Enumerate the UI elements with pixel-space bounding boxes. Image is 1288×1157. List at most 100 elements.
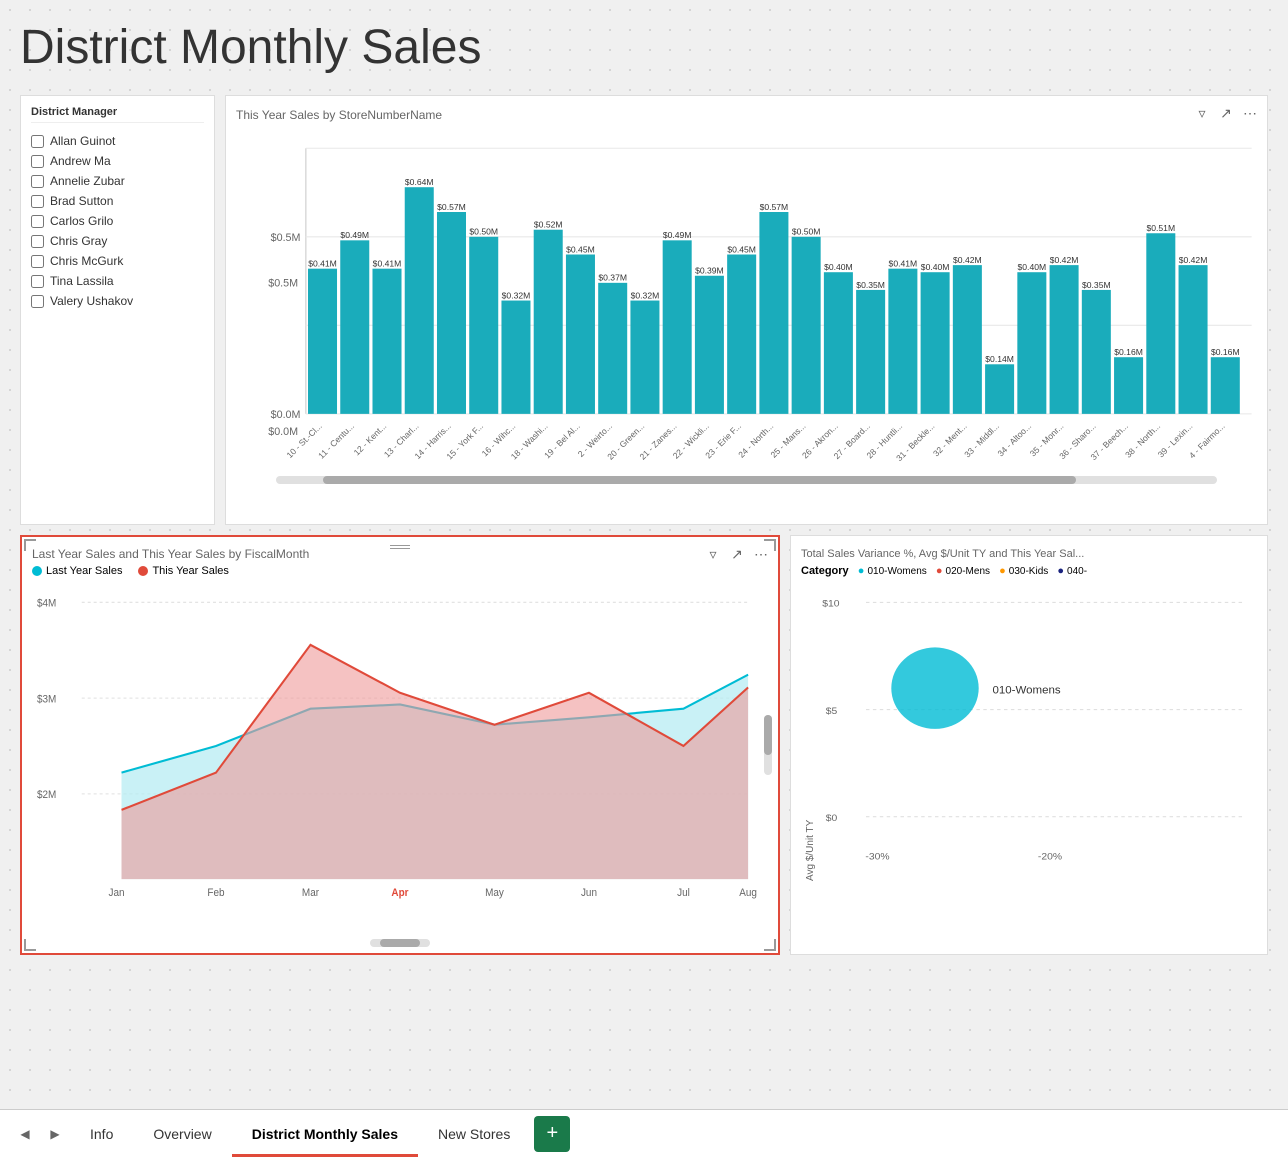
- svg-text:Jun: Jun: [581, 888, 597, 899]
- tab-bar: ◀ ▶ Info Overview District Monthly Sales…: [0, 1109, 1288, 1157]
- slicer-checkbox-7[interactable]: [31, 275, 44, 288]
- cat-kids-label: 030-Kids: [1009, 566, 1048, 577]
- svg-text:$0.52M: $0.52M: [534, 220, 563, 230]
- svg-text:Jul: Jul: [677, 888, 690, 899]
- slicer-checkbox-5[interactable]: [31, 235, 44, 248]
- tab-add-button[interactable]: +: [534, 1116, 570, 1152]
- slicer-checkbox-2[interactable]: [31, 175, 44, 188]
- line-chart-drag-handle[interactable]: [388, 545, 412, 549]
- bar-chart-scrollbar[interactable]: [276, 476, 1217, 484]
- svg-text:$0.42M: $0.42M: [953, 255, 982, 265]
- svg-text:$0.45M: $0.45M: [566, 244, 595, 254]
- main-container: District Monthly Sales District Manager …: [0, 0, 1288, 1157]
- cat-kids-dot: ●: [999, 565, 1006, 577]
- svg-text:$0.40M: $0.40M: [1018, 262, 1047, 272]
- slicer-item-3[interactable]: Brad Sutton: [31, 191, 204, 211]
- filter-icon[interactable]: ▿: [1193, 104, 1211, 122]
- tab-district-monthly-sales[interactable]: District Monthly Sales: [232, 1113, 418, 1157]
- svg-text:$0: $0: [826, 813, 838, 824]
- cat-mens-dot: ●: [936, 565, 943, 577]
- slicer-checkbox-3[interactable]: [31, 195, 44, 208]
- bar-chart-title: This Year Sales by StoreNumberName: [236, 108, 1257, 122]
- legend-last-year-label: Last Year Sales: [46, 565, 122, 577]
- svg-text:$0.42M: $0.42M: [1179, 255, 1208, 265]
- svg-text:$0.40M: $0.40M: [921, 262, 950, 272]
- svg-text:$0.49M: $0.49M: [663, 230, 692, 240]
- bar-chart-toolbar: ▿ ↗ ⋯: [1193, 104, 1259, 122]
- tab-prev-button[interactable]: ◀: [10, 1110, 40, 1157]
- tab-add-icon: +: [547, 1122, 559, 1145]
- tab-overview-label: Overview: [153, 1126, 211, 1142]
- svg-text:Apr: Apr: [391, 888, 408, 899]
- scatter-chart-title: Total Sales Variance %, Avg $/Unit TY an…: [801, 548, 1257, 560]
- scatter-chart-svg: $10 $5 $0 -30% -20% 010-Womens: [820, 581, 1257, 881]
- line-chart-side-scroll-thumb[interactable]: [764, 715, 772, 755]
- tab-district-monthly-sales-label: District Monthly Sales: [252, 1126, 398, 1142]
- scatter-chart-wrapper: Avg $/Unit TY $10 $5 $0 -30% -20%: [801, 581, 1257, 881]
- slicer-item-6[interactable]: Chris McGurk: [31, 251, 204, 271]
- tab-next-button[interactable]: ▶: [40, 1110, 70, 1157]
- svg-text:$0.32M: $0.32M: [631, 290, 660, 300]
- line-chart-scroll-thumb[interactable]: [380, 939, 420, 947]
- tab-overview[interactable]: Overview: [133, 1113, 231, 1157]
- svg-text:$0.41M: $0.41M: [308, 259, 337, 269]
- svg-text:$3M: $3M: [37, 694, 56, 705]
- line-chart-panel: ▿ ↗ ⋯ Last Year Sales and This Year Sale…: [20, 535, 780, 955]
- slicer-item-2[interactable]: Annelie Zubar: [31, 171, 204, 191]
- legend-this-year: This Year Sales: [138, 565, 228, 577]
- slicer-label-8: Valery Ushakov: [50, 294, 133, 308]
- slicer-item-1[interactable]: Andrew Ma: [31, 151, 204, 171]
- bar-chart-scrollbar-thumb[interactable]: [323, 476, 1076, 484]
- svg-text:010-Womens: 010-Womens: [993, 685, 1062, 697]
- line-filter-icon[interactable]: ▿: [704, 545, 722, 563]
- resize-tl[interactable]: [24, 539, 36, 551]
- svg-text:Aug: Aug: [739, 888, 757, 899]
- bubble-womens[interactable]: [891, 647, 978, 728]
- tab-new-stores[interactable]: New Stores: [418, 1113, 530, 1157]
- more-icon[interactable]: ⋯: [1241, 104, 1259, 122]
- svg-text:$0.32M: $0.32M: [502, 290, 531, 300]
- cat-mens-label: 020-Mens: [946, 566, 990, 577]
- slicer-item-4[interactable]: Carlos Grilo: [31, 211, 204, 231]
- slicer-checkbox-8[interactable]: [31, 295, 44, 308]
- svg-text:$0.14M: $0.14M: [985, 354, 1014, 364]
- tab-info-label: Info: [90, 1126, 113, 1142]
- tab-new-stores-label: New Stores: [438, 1126, 510, 1142]
- expand-icon[interactable]: ↗: [1217, 104, 1235, 122]
- legend-this-year-label: This Year Sales: [152, 565, 228, 577]
- svg-text:$0.5M: $0.5M: [271, 232, 301, 244]
- slicer-item-7[interactable]: Tina Lassila: [31, 271, 204, 291]
- svg-text:$0.45M: $0.45M: [727, 244, 756, 254]
- svg-text:$0.41M: $0.41M: [373, 259, 402, 269]
- legend-last-year: Last Year Sales: [32, 565, 122, 577]
- slicer-label-5: Chris Gray: [50, 234, 107, 248]
- svg-text:May: May: [485, 888, 505, 899]
- slicer-checkbox-6[interactable]: [31, 255, 44, 268]
- slicer-title: District Manager: [31, 106, 204, 123]
- slicer-item-0[interactable]: Allan Guinot: [31, 131, 204, 151]
- cat-other-label: 040-: [1067, 566, 1087, 577]
- cat-other-dot: ●: [1057, 565, 1064, 577]
- content-area: District Monthly Sales District Manager …: [0, 0, 1288, 1109]
- slicer-item-8[interactable]: Valery Ushakov: [31, 291, 204, 311]
- slicer-item-5[interactable]: Chris Gray: [31, 231, 204, 251]
- resize-br[interactable]: [764, 939, 776, 951]
- svg-text:33 - Middl...: 33 - Middl...: [962, 421, 1001, 459]
- slicer-checkbox-4[interactable]: [31, 215, 44, 228]
- line-expand-icon[interactable]: ↗: [728, 545, 746, 563]
- tab-info[interactable]: Info: [70, 1113, 133, 1157]
- svg-text:$0.40M: $0.40M: [824, 262, 853, 272]
- svg-text:$0.42M: $0.42M: [1050, 255, 1079, 265]
- line-chart-bottom-scroll[interactable]: [370, 939, 430, 947]
- scatter-panel: Total Sales Variance %, Avg $/Unit TY an…: [790, 535, 1268, 955]
- top-section: District Manager Allan Guinot Andrew Ma …: [20, 95, 1268, 525]
- bar-chart-svg: $0.0M $0.5M $0.0M$0.5M$0.41M10 - St.-Cl.…: [236, 127, 1257, 467]
- resize-bl[interactable]: [24, 939, 36, 951]
- slicer-checkbox-0[interactable]: [31, 135, 44, 148]
- line-more-icon[interactable]: ⋯: [752, 545, 770, 563]
- line-chart-title: Last Year Sales and This Year Sales by F…: [32, 547, 768, 561]
- svg-text:$0.41M: $0.41M: [889, 259, 918, 269]
- line-chart-toolbar: ▿ ↗ ⋯: [704, 545, 770, 563]
- slicer-checkbox-1[interactable]: [31, 155, 44, 168]
- line-chart-side-scroll[interactable]: [764, 715, 772, 775]
